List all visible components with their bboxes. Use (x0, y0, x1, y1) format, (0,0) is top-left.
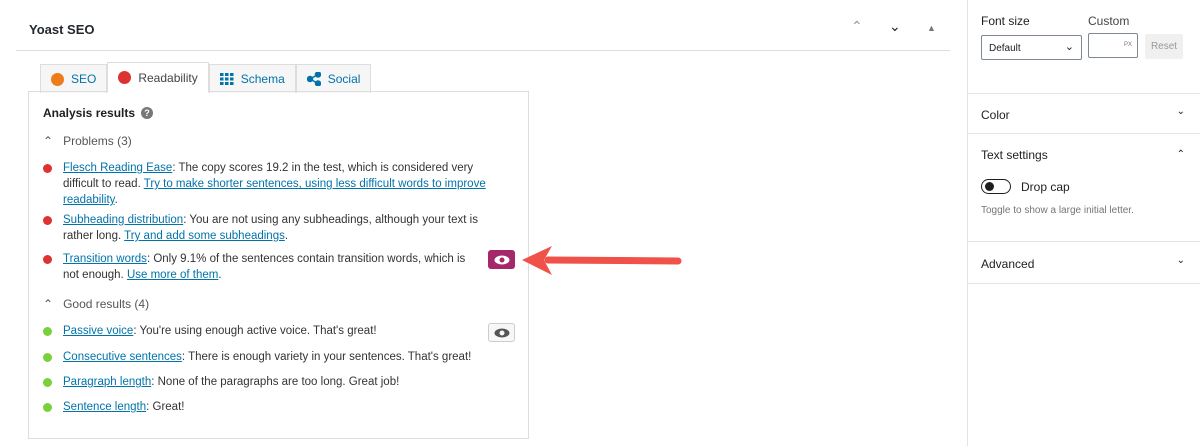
tab-label: SEO (71, 72, 97, 86)
annotation-arrow-icon (522, 246, 682, 275)
green-bullet-icon (43, 378, 52, 387)
help-icon[interactable]: ? (141, 107, 154, 119)
move-down-button[interactable]: ⌄ (889, 18, 901, 35)
result-link[interactable]: Passive voice (63, 325, 133, 337)
punct: . (284, 230, 289, 242)
problem-item: Flesch Reading Ease: The copy scores 19.… (43, 160, 493, 208)
tab-label: Social (327, 72, 361, 86)
metabox-title: Yoast SEO (29, 22, 95, 37)
unit-label: PX (1123, 42, 1132, 48)
group-label: Problems (3) (63, 134, 132, 148)
chevron-up-icon: ⌃ (43, 297, 54, 311)
section-title: Color (981, 108, 1010, 122)
problems-toggle[interactable]: ⌃ Problems (3) (43, 134, 132, 148)
good-item: Passive voice: You're using enough activ… (43, 323, 493, 339)
red-bullet-icon (43, 255, 52, 264)
advanced-section[interactable]: Advanced ⌄ (968, 242, 1200, 284)
heading-text: Analysis results (43, 106, 136, 120)
font-size-label: Font size (981, 14, 1030, 28)
custom-size-input[interactable]: PX (1088, 33, 1138, 58)
grid-icon (219, 73, 234, 85)
analysis-heading: Analysis results? (43, 106, 154, 120)
readability-panel: Analysis results? ⌃ Problems (3) Flesch R… (28, 91, 529, 439)
section-title[interactable]: Text settings (981, 148, 1048, 162)
result-link[interactable]: Sentence length (63, 401, 146, 413)
result-text: : Great! (146, 401, 185, 413)
result-link[interactable]: Transition words (63, 253, 147, 265)
result-link[interactable]: Paragraph length (63, 376, 151, 388)
color-section[interactable]: Color ⌄ (968, 94, 1200, 134)
good-item: Consecutive sentences: There is enough v… (43, 349, 493, 365)
green-bullet-icon (43, 327, 52, 336)
problem-item: Transition words: Only 9.1% of the sente… (43, 251, 473, 283)
red-bullet-icon (43, 216, 52, 225)
tab-label: Schema (240, 72, 285, 86)
toggle-knob (985, 182, 994, 191)
tab-seo[interactable]: SEO (40, 64, 108, 93)
highlight-button-active[interactable] (488, 250, 515, 269)
typography-section: Font size Custom Default ⌄ PX Reset (968, 0, 1200, 94)
reset-button[interactable]: Reset (1145, 34, 1183, 59)
eye-icon (494, 255, 509, 264)
yoast-tabs: SEO Readability Schema Social (40, 62, 372, 93)
result-text: : There is enough variety in your senten… (181, 351, 472, 363)
drop-cap-toggle[interactable] (981, 179, 1011, 194)
highlight-button[interactable] (488, 323, 515, 342)
result-link[interactable]: Flesch Reading Ease (63, 162, 172, 174)
result-link[interactable]: Consecutive sentences (63, 351, 182, 363)
good-item: Sentence length: Great! (43, 399, 493, 415)
good-results-toggle[interactable]: ⌃ Good results (4) (43, 297, 149, 311)
result-link[interactable]: Subheading distribution (63, 214, 183, 226)
punct: . (114, 194, 118, 206)
custom-label: Custom (1088, 14, 1130, 28)
move-up-button[interactable]: ⌃ (851, 18, 863, 35)
problem-item: Subheading distribution: You are not usi… (43, 212, 493, 244)
block-settings-sidebar: Font size Custom Default ⌄ PX Reset Color… (967, 0, 1200, 446)
tab-readability[interactable]: Readability (107, 62, 209, 93)
drop-cap-help: Toggle to show a large initial letter. (981, 205, 1134, 216)
action-link[interactable]: Use more of them (127, 269, 218, 281)
group-label: Good results (4) (63, 297, 150, 311)
eye-icon (494, 328, 509, 337)
green-bullet-icon (43, 403, 52, 412)
chevron-down-icon: ⌄ (1064, 41, 1074, 53)
yoast-header: Yoast SEO ⌃ ⌄ ▲ (16, 0, 950, 51)
text-settings-section: Text settings ⌃ Drop cap Toggle to show a… (968, 134, 1200, 242)
result-text: : None of the paragraphs are too long. G… (151, 376, 400, 388)
smiley-neutral-icon (51, 72, 64, 86)
font-size-select[interactable]: Default ⌄ (981, 35, 1082, 60)
chevron-up-icon: ⌃ (43, 134, 54, 148)
tab-label: Readability (138, 70, 198, 85)
select-value: Default (989, 43, 1021, 54)
toggle-panel-button[interactable]: ▲ (927, 23, 936, 33)
red-bullet-icon (43, 164, 52, 173)
chevron-up-icon[interactable]: ⌃ (1177, 149, 1185, 160)
section-title: Advanced (981, 257, 1035, 271)
action-link[interactable]: Try and add some subheadings (124, 230, 285, 242)
chevron-down-icon: ⌄ (1176, 106, 1185, 117)
drop-cap-label: Drop cap (1021, 180, 1070, 194)
smiley-sad-icon (118, 71, 132, 84)
good-item: Paragraph length: None of the paragraphs… (43, 374, 493, 390)
share-icon (306, 72, 321, 86)
punct: . (218, 269, 222, 281)
tab-social[interactable]: Social (295, 64, 372, 93)
tab-schema[interactable]: Schema (208, 64, 296, 93)
editor-main: Yoast SEO ⌃ ⌄ ▲ SEO Readability Schema S… (0, 0, 967, 446)
green-bullet-icon (43, 353, 52, 362)
result-text: : You're using enough active voice. That… (133, 325, 377, 337)
chevron-down-icon: ⌄ (1176, 255, 1185, 266)
